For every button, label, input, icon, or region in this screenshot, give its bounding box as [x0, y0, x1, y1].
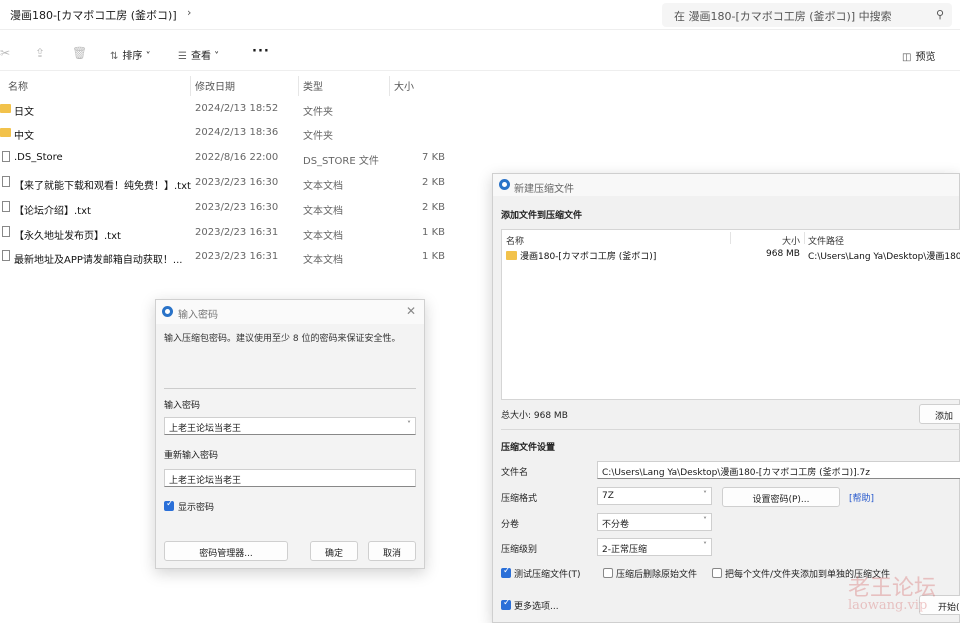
cut-icon[interactable]: ✂: [0, 46, 10, 60]
help-link[interactable]: [帮助]: [849, 491, 874, 504]
view-button[interactable]: ☰ 查看 ˅: [178, 47, 219, 62]
add-button[interactable]: 添加: [919, 404, 960, 424]
filename-input[interactable]: C:\Users\Lang Ya\Desktop\漫画180-[カマボコ工房 (…: [597, 461, 960, 479]
split-label: 分卷: [501, 520, 520, 530]
confirm-password-label: 重新输入密码: [164, 451, 219, 461]
file-icon: [2, 151, 10, 162]
search-icon[interactable]: ⚲: [936, 8, 944, 21]
column-divider[interactable]: [298, 76, 299, 96]
more-options-checkbox[interactable]: [501, 598, 511, 610]
settings-section-title: 压缩文件设置: [501, 443, 556, 453]
delete-original-checkbox[interactable]: [603, 568, 613, 578]
chevron-down-icon[interactable]: ˅: [703, 541, 707, 550]
password-label: 输入密码: [164, 401, 201, 411]
column-divider[interactable]: [730, 232, 731, 244]
dialog-title: 输入密码: [178, 310, 218, 321]
column-header-type[interactable]: 类型: [303, 78, 323, 96]
column-header-name[interactable]: 名称: [8, 78, 28, 96]
folder-icon: [506, 251, 517, 260]
column-header-size[interactable]: 大小: [394, 78, 414, 96]
column-header-path[interactable]: 文件路径: [808, 234, 844, 247]
more-options-label: 更多选项...: [514, 602, 559, 612]
password-dialog: 输入密码 ✕ 输入压缩包密码。建议使用至少 8 位的密码来保证安全性。 输入密码…: [155, 299, 425, 569]
confirm-password-input[interactable]: 上老王论坛当老王: [164, 469, 416, 487]
format-select[interactable]: 7Z ˅: [597, 487, 712, 505]
format-label: 压缩格式: [501, 494, 538, 504]
ok-button[interactable]: 确定: [310, 541, 358, 561]
text-file-icon: [2, 250, 10, 261]
table-row[interactable]: 日文 2024/2/13 18:52 文件夹: [0, 98, 450, 122]
password-manager-button[interactable]: 密码管理器...: [164, 541, 288, 561]
share-icon[interactable]: ⇪: [35, 46, 45, 60]
view-icon: ☰: [178, 51, 187, 62]
test-archive-label: 测试压缩文件(T): [514, 570, 581, 580]
level-label: 压缩级别: [501, 545, 538, 555]
chevron-down-icon[interactable]: ˅: [407, 420, 411, 429]
search-input[interactable]: 在 漫画180-[カマボコ工房 (釜ボコ)] 中搜索: [674, 8, 892, 24]
filename-label: 文件名: [501, 468, 529, 478]
sort-icon: ⇅: [110, 51, 119, 62]
chevron-down-icon[interactable]: ˅: [703, 490, 707, 499]
column-divider[interactable]: [190, 76, 191, 96]
show-password-checkbox[interactable]: [164, 499, 174, 511]
column-divider[interactable]: [804, 232, 805, 244]
dialog-titlebar[interactable]: 输入密码 ✕: [156, 300, 424, 324]
preview-icon: ◫: [902, 52, 912, 63]
table-row[interactable]: 【永久地址发布页】.txt 2023/2/23 16:31 文本文档 1 KB: [0, 222, 450, 246]
show-password-label: 显示密码: [178, 503, 215, 513]
app-icon: [162, 306, 173, 317]
delete-original-label: 压缩后删除原始文件: [616, 570, 698, 580]
breadcrumb[interactable]: 漫画180-[カマボコ工房 (釜ボコ)]: [10, 7, 177, 23]
test-archive-checkbox[interactable]: [501, 566, 511, 578]
split-select[interactable]: 不分卷 ˅: [597, 513, 712, 531]
dialog-description: 输入压缩包密码。建议使用至少 8 位的密码来保证安全性。: [164, 334, 401, 344]
add-files-section-title: 添加文件到压缩文件: [501, 211, 583, 221]
level-select[interactable]: 2-正常压缩 ˅: [597, 538, 712, 556]
search-box[interactable]: 在 漫画180-[カマボコ工房 (釜ボコ)] 中搜索 ⚲: [662, 3, 952, 27]
password-input[interactable]: 上老王论坛当老王 ˅: [164, 417, 416, 435]
more-button[interactable]: ···: [252, 44, 270, 59]
folder-icon: [0, 128, 11, 137]
column-header-name[interactable]: 名称: [506, 234, 524, 247]
table-row[interactable]: 中文 2024/2/13 18:36 文件夹: [0, 122, 450, 146]
table-row[interactable]: 【论坛介绍】.txt 2023/2/23 16:30 文本文档 2 KB: [0, 197, 450, 221]
dialog-titlebar[interactable]: 新建压缩文件: [493, 174, 959, 196]
table-row[interactable]: 最新地址及APP请发邮箱自动获取！... 2023/2/23 16:31 文本文…: [0, 246, 450, 270]
separate-archives-checkbox[interactable]: [712, 568, 722, 578]
toolbar: ✂ ⇪ 🗑 ⇅ 排序 ˅ ☰ 查看 ˅ ··· ◫ 预览: [0, 35, 960, 71]
app-icon: [499, 179, 510, 190]
preview-button[interactable]: ◫ 预览: [902, 48, 935, 63]
close-icon[interactable]: ✕: [406, 304, 416, 318]
set-password-button[interactable]: 设置密码(P)...: [722, 487, 840, 507]
chevron-down-icon[interactable]: ˅: [703, 516, 707, 525]
file-list[interactable]: 名称 大小 文件路径 漫画180-[カマボコ工房 (釜ボコ)] 968 MB C…: [501, 229, 960, 400]
column-header-size[interactable]: 大小: [782, 234, 800, 247]
table-row[interactable]: .DS_Store 2022/8/16 22:00 DS_STORE 文件 7 …: [0, 147, 450, 171]
text-file-icon: [2, 201, 10, 212]
text-file-icon: [2, 176, 10, 187]
table-row[interactable]: 【来了就能下载和观看！纯免费！】.txt 2023/2/23 16:30 文本文…: [0, 172, 450, 196]
folder-icon: [0, 104, 11, 113]
total-size: 总大小: 968 MB: [501, 411, 568, 421]
archive-dialog: 新建压缩文件 添加文件到压缩文件 名称 大小 文件路径 漫画180-[カマボコ工…: [492, 173, 960, 623]
dialog-title: 新建压缩文件: [514, 184, 574, 195]
divider: [164, 388, 416, 389]
chevron-right-icon[interactable]: ›: [187, 6, 191, 19]
divider: [501, 429, 960, 430]
text-file-icon: [2, 226, 10, 237]
watermark-url: laowang.vip: [848, 598, 928, 613]
column-divider[interactable]: [389, 76, 390, 96]
address-bar: 漫画180-[カマボコ工房 (釜ボコ)] › 在 漫画180-[カマボコ工房 (…: [0, 0, 960, 30]
sort-button[interactable]: ⇅ 排序 ˅: [110, 47, 151, 62]
column-header-date[interactable]: 修改日期: [195, 78, 235, 96]
cancel-button[interactable]: 取消: [368, 541, 416, 561]
delete-icon[interactable]: 🗑: [72, 46, 87, 60]
